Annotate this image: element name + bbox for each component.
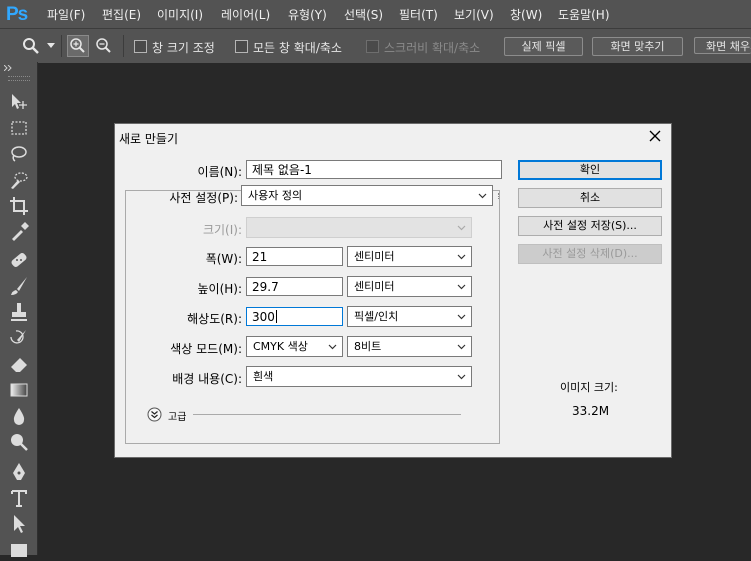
options-bar: 창 크기 조정 모든 창 확대/축소 스크러비 확대/축소 실제 픽셀 화면 맞… (0, 28, 751, 64)
chevron-down-icon (478, 193, 487, 199)
menu-file[interactable]: 파일(F) (47, 6, 85, 23)
actual-pixels-button[interactable]: 실제 픽셀 (504, 37, 583, 56)
menu-layer[interactable]: 레이어(L) (221, 6, 270, 23)
advanced-divider (193, 414, 461, 415)
rectangle-tool-icon[interactable] (8, 539, 30, 561)
width-unit-value: 센티미터 (354, 250, 395, 263)
zoom-all-windows-checkbox[interactable] (235, 40, 248, 53)
resolution-unit-select[interactable]: 픽셀/인치 (347, 306, 472, 327)
zoom-out-icon[interactable] (93, 35, 115, 57)
width-input[interactable]: 21 (246, 247, 343, 266)
pen-tool-icon[interactable] (8, 461, 30, 483)
photoshop-logo: Ps (6, 4, 28, 25)
text-caret (275, 310, 277, 323)
chevron-down-icon (457, 314, 466, 320)
menu-bar: Ps 파일(F) 편집(E) 이미지(I) 레이어(L) 유형(Y) 선택(S)… (0, 0, 751, 28)
tools-panel (0, 62, 38, 557)
dialog-title: 새로 만들기 (119, 132, 179, 146)
resize-window-checkbox[interactable] (134, 40, 147, 53)
menu-view[interactable]: 보기(V) (454, 6, 494, 23)
tool-preset-chevron-icon[interactable] (47, 43, 55, 49)
width-label: 폭(W): (205, 252, 242, 266)
menu-window[interactable]: 창(W) (510, 6, 542, 23)
blur-tool-icon[interactable] (8, 405, 30, 427)
menu-select[interactable]: 선택(S) (344, 6, 383, 23)
crop-tool-icon[interactable] (8, 195, 30, 217)
resolution-value: 300 (252, 310, 275, 324)
zoom-tool-icon[interactable] (22, 37, 40, 55)
close-icon[interactable] (647, 128, 663, 144)
preset-value: 사용자 정의 (248, 189, 303, 202)
scrubby-zoom-checkbox[interactable] (366, 40, 379, 53)
move-tool-icon[interactable] (8, 91, 30, 113)
ok-button[interactable]: 확인 (518, 160, 662, 180)
resize-window-label: 창 크기 조정 (152, 41, 215, 55)
height-unit-value: 센티미터 (354, 280, 395, 293)
zoom-all-windows-label: 모든 창 확대/축소 (253, 41, 342, 55)
expand-advanced-icon[interactable] (147, 407, 162, 422)
scrubby-zoom-label: 스크러비 확대/축소 (384, 41, 481, 55)
save-preset-button[interactable]: 사전 설정 저장(S)... (518, 216, 662, 236)
marquee-tool-icon[interactable] (8, 117, 30, 139)
size-label: 크기(I): (202, 223, 242, 237)
background-label: 배경 내용(C): (172, 372, 242, 386)
panel-grip[interactable] (8, 76, 30, 81)
height-unit-select[interactable]: 센티미터 (347, 276, 472, 297)
type-tool-icon[interactable] (8, 487, 30, 509)
gradient-tool-icon[interactable] (8, 379, 30, 401)
background-value: 흰색 (253, 370, 274, 383)
bit-depth-value: 8비트 (354, 340, 382, 353)
resolution-unit-value: 픽셀/인치 (354, 310, 399, 323)
name-label: 이름(N): (197, 165, 242, 179)
healing-brush-tool-icon[interactable] (8, 249, 30, 271)
image-size-value: 33.2M (572, 404, 610, 418)
chevron-down-icon (328, 344, 337, 350)
menu-edit[interactable]: 편집(E) (102, 6, 141, 23)
eraser-tool-icon[interactable] (8, 353, 30, 375)
dodge-tool-icon[interactable] (8, 431, 30, 453)
chevron-down-icon (457, 284, 466, 290)
width-unit-select[interactable]: 센티미터 (347, 246, 472, 267)
preset-marker (498, 193, 500, 199)
clone-stamp-tool-icon[interactable] (8, 301, 30, 323)
collapse-panel-icon[interactable] (4, 65, 14, 71)
preset-label: 사전 설정(P): (169, 191, 238, 205)
separator (123, 35, 124, 57)
path-selection-tool-icon[interactable] (8, 513, 30, 535)
new-document-dialog: 새로 만들기 이름(N): 제목 없음-1 사전 설정(P): 사용자 정의 크… (114, 123, 672, 458)
preset-select[interactable]: 사용자 정의 (241, 185, 493, 206)
cancel-button[interactable]: 취소 (518, 188, 662, 208)
height-input[interactable]: 29.7 (246, 277, 343, 296)
menu-type[interactable]: 유형(Y) (288, 6, 327, 23)
color-mode-value: CMYK 색상 (253, 340, 308, 353)
document-name-input[interactable]: 제목 없음-1 (246, 160, 502, 179)
quick-selection-tool-icon[interactable] (8, 169, 30, 191)
resolution-input[interactable]: 300 (246, 307, 343, 326)
history-brush-tool-icon[interactable] (8, 327, 30, 349)
separator (61, 35, 62, 57)
eyedropper-tool-icon[interactable] (8, 221, 30, 243)
chevron-down-icon (457, 254, 466, 260)
delete-preset-button[interactable]: 사전 설정 삭제(D)... (518, 244, 662, 264)
color-mode-label: 색상 모드(M): (170, 342, 242, 356)
color-mode-select[interactable]: CMYK 색상 (246, 336, 343, 357)
menu-filter[interactable]: 필터(T) (399, 6, 438, 23)
chevron-down-icon (457, 374, 466, 380)
bit-depth-select[interactable]: 8비트 (347, 336, 472, 357)
menu-image[interactable]: 이미지(I) (157, 6, 203, 23)
chevron-down-icon (457, 344, 466, 350)
fill-screen-button[interactable]: 화면 채우기 (694, 37, 751, 54)
size-select[interactable] (246, 217, 472, 238)
chevron-down-icon (457, 225, 466, 231)
brush-tool-icon[interactable] (8, 275, 30, 297)
zoom-in-icon[interactable] (67, 35, 89, 57)
advanced-label: 고급 (168, 412, 187, 423)
lasso-tool-icon[interactable] (8, 143, 30, 165)
menu-help[interactable]: 도움말(H) (558, 6, 610, 23)
image-size-label: 이미지 크기: (560, 381, 618, 394)
background-select[interactable]: 흰색 (246, 366, 472, 387)
resolution-label: 해상도(R): (187, 312, 242, 326)
height-label: 높이(H): (197, 282, 242, 296)
fit-screen-button[interactable]: 화면 맞추기 (592, 37, 683, 56)
